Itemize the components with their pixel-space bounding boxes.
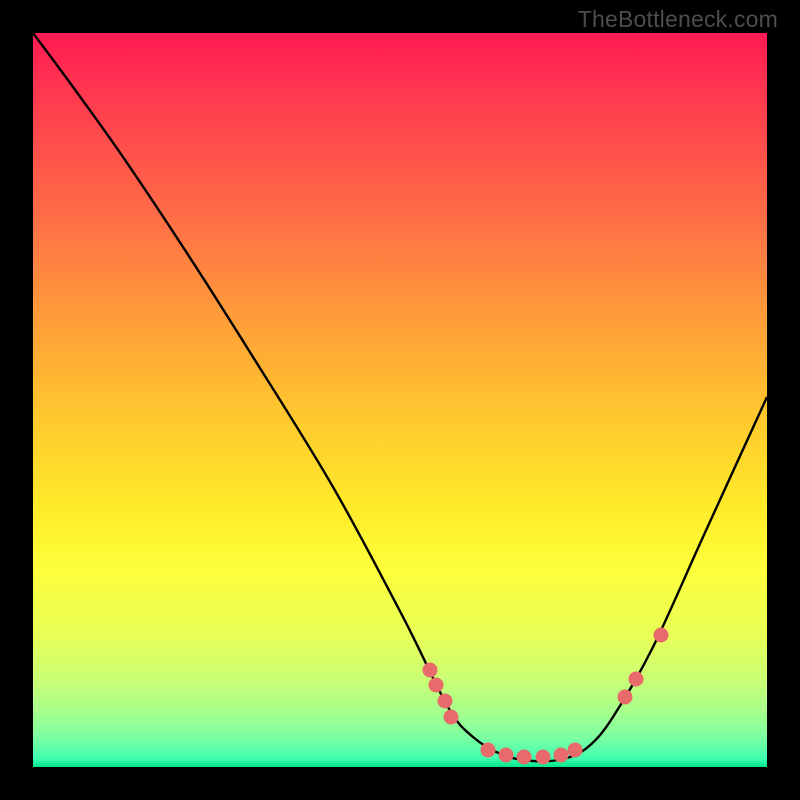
curve-marker: [517, 750, 532, 765]
curve-markers: [423, 628, 669, 765]
curve-marker: [568, 743, 583, 758]
curve-marker: [499, 748, 514, 763]
curve-marker: [536, 750, 551, 765]
curve-marker: [654, 628, 669, 643]
curve-marker: [444, 710, 459, 725]
curve-marker: [481, 743, 496, 758]
curve-marker: [429, 678, 444, 693]
chart-svg: [33, 33, 767, 767]
bottleneck-curve: [33, 33, 767, 761]
curve-marker: [423, 663, 438, 678]
curve-marker: [618, 690, 633, 705]
watermark-text: TheBottleneck.com: [578, 6, 778, 33]
curve-marker: [554, 748, 569, 763]
curve-marker: [438, 694, 453, 709]
chart-frame: TheBottleneck.com: [0, 0, 800, 800]
curve-marker: [629, 672, 644, 687]
plot-area: [33, 33, 767, 767]
